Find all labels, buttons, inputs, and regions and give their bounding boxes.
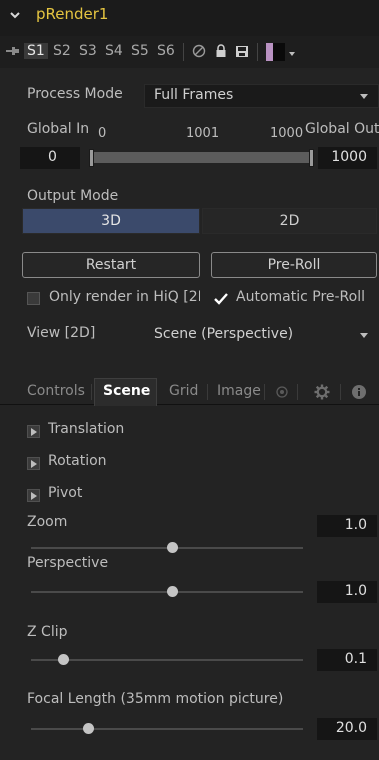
focal-length-slider-track[interactable]: [31, 728, 303, 730]
auto-preroll-checkbox[interactable]: [213, 291, 229, 307]
auto-preroll-label: Automatic Pre-Roll: [236, 289, 366, 305]
perspective-value-field[interactable]: 1.0: [317, 581, 377, 603]
preroll-button[interactable]: Pre-Roll: [211, 252, 377, 278]
zclip-slider-handle[interactable]: [58, 654, 70, 665]
zoom-slider-handle[interactable]: [166, 542, 178, 553]
zoom-value-field[interactable]: 1.0: [317, 515, 377, 537]
tool-name: pRender1: [36, 5, 109, 23]
range-end-handle[interactable]: [309, 149, 314, 167]
view-value: Scene (Perspective): [154, 326, 294, 342]
perspective-label: Perspective: [27, 555, 109, 571]
tab-scene[interactable]: Scene: [103, 383, 150, 399]
tab-separator: [264, 384, 265, 400]
hiq-checkbox[interactable]: [27, 292, 40, 305]
slot-s5[interactable]: S5: [131, 43, 149, 59]
settings-gear-icon[interactable]: [314, 384, 330, 400]
chevron-down-icon: [360, 94, 368, 99]
pivot-expand-icon[interactable]: [27, 489, 40, 502]
slot-s4[interactable]: S4: [105, 43, 123, 59]
rotation-section[interactable]: Rotation: [48, 453, 107, 469]
zclip-slider-track[interactable]: [31, 659, 303, 661]
process-mode-value: Full Frames: [154, 87, 234, 103]
restart-button[interactable]: Restart: [22, 252, 200, 278]
global-range-slider[interactable]: [90, 152, 312, 163]
global-in-field[interactable]: 0: [20, 147, 80, 169]
color-swatch-icon[interactable]: [266, 43, 285, 61]
rotation-expand-icon[interactable]: [27, 457, 40, 470]
slot-s3[interactable]: S3: [79, 43, 97, 59]
save-icon[interactable]: [235, 44, 249, 58]
pin-icon[interactable]: [6, 44, 20, 58]
slot-s1[interactable]: S1: [24, 43, 48, 59]
global-in-tick: 0: [98, 126, 107, 141]
global-in-label: Global In: [27, 121, 90, 137]
translation-section[interactable]: Translation: [48, 421, 124, 437]
toolbar-separator: [257, 43, 258, 61]
tab-separator: [297, 384, 298, 400]
translation-expand-icon[interactable]: [27, 425, 40, 438]
process-mode-dropdown[interactable]: Full Frames: [144, 84, 379, 108]
process-mode-label: Process Mode: [27, 86, 123, 102]
focal-length-label: Focal Length (35mm motion picture): [27, 691, 284, 707]
materials-icon[interactable]: [275, 385, 289, 399]
inspector-panel: pRender1 S1 S2 S3 S4 S5 S6 Process Mode …: [0, 0, 379, 760]
pivot-section[interactable]: Pivot: [48, 485, 82, 501]
lock-icon[interactable]: [214, 44, 228, 58]
tab-separator: [340, 384, 341, 400]
focal-length-slider-handle[interactable]: [82, 723, 94, 734]
output-mode-3d-button[interactable]: 3D: [22, 208, 200, 234]
perspective-slider-handle[interactable]: [166, 586, 178, 597]
chevron-down-icon[interactable]: [289, 52, 295, 56]
view-label: View [2D]: [27, 325, 96, 341]
collapse-chevron-icon[interactable]: [10, 10, 20, 20]
info-icon[interactable]: [351, 384, 367, 400]
zoom-label: Zoom: [27, 514, 68, 530]
output-mode-2d-button[interactable]: 2D: [202, 208, 377, 234]
focal-length-value-field[interactable]: 20.0: [317, 718, 377, 740]
slot-s6[interactable]: S6: [157, 43, 175, 59]
zclip-label: Z Clip: [27, 624, 68, 640]
view-dropdown[interactable]: Scene (Perspective): [144, 323, 379, 347]
slot-s2[interactable]: S2: [53, 43, 71, 59]
tab-separator: [91, 384, 92, 400]
hiq-checkbox-label: Only render in HiQ [2D: [49, 289, 200, 305]
tab-grid[interactable]: Grid: [169, 383, 198, 399]
disable-icon[interactable]: [192, 44, 206, 58]
toolbar-separator: [183, 43, 184, 61]
tab-separator: [207, 384, 208, 400]
global-out-tick: 1000: [270, 126, 304, 141]
global-out-label: Global Out: [305, 121, 379, 137]
zclip-value-field[interactable]: 0.1: [317, 649, 377, 671]
global-out-field[interactable]: 1000: [318, 147, 377, 169]
tab-controls[interactable]: Controls: [27, 383, 85, 399]
global-mid-tick: 1001: [186, 126, 220, 141]
tab-image[interactable]: Image: [217, 383, 261, 399]
range-start-handle[interactable]: [89, 149, 94, 167]
output-mode-label: Output Mode: [27, 188, 119, 204]
chevron-down-icon: [360, 333, 368, 338]
